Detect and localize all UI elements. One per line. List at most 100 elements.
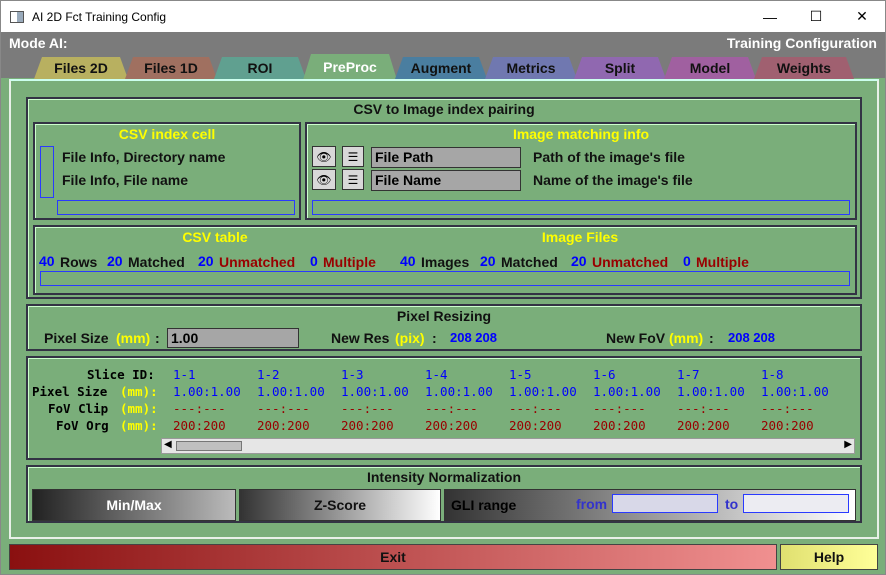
slice-fov-org: 200:200 [425, 418, 478, 433]
csv-multiple-label: Multiple [323, 254, 376, 270]
csv-index-item[interactable]: File Info, File name [62, 172, 188, 188]
images-label: Images [421, 254, 470, 270]
new-res-value: 208 208 [450, 330, 497, 345]
intensity-title: Intensity Normalization [366, 469, 522, 485]
csv-rows-label: Rows [60, 254, 98, 270]
scroll-thumb[interactable] [176, 441, 242, 451]
pixel-size-row-unit: (mm): [120, 384, 158, 399]
eye-icon[interactable]: 👁 [312, 146, 336, 167]
list-icon[interactable]: ☰ [342, 169, 364, 190]
image-matching-field[interactable] [312, 200, 850, 215]
new-fov-value: 208 208 [728, 330, 775, 345]
image-files-title: Image Files [541, 229, 619, 245]
config-label: Training Configuration [726, 35, 877, 51]
slice-fov-clip: ---:--- [257, 401, 310, 416]
csv-image-stats-panel: CSV table Image Files 40 Rows 20 Matched… [33, 225, 857, 295]
maximize-button[interactable]: ☐ [793, 1, 839, 32]
tab-augment[interactable]: Augment [395, 57, 487, 79]
csv-index-field[interactable] [57, 200, 295, 215]
stats-field[interactable] [40, 271, 850, 286]
image-unmatched-count: 20 [571, 253, 587, 269]
slice-id: 1-5 [509, 367, 532, 382]
slice-pixel-size: 1.00:1.00 [677, 384, 745, 399]
pixel-size-row-label: Pixel Size [32, 384, 108, 399]
slice-id: 1-3 [341, 367, 364, 382]
slice-pixel-size: 1.00:1.00 [425, 384, 493, 399]
csv-index-item[interactable]: File Info, Directory name [62, 149, 225, 165]
csv-pairing-panel: CSV to Image index pairing CSV index cel… [26, 97, 862, 299]
slice-fov-clip: ---:--- [509, 401, 562, 416]
eye-icon[interactable]: 👁 [312, 169, 336, 190]
image-matched-label: Matched [501, 254, 558, 270]
new-fov-label: New FoV [606, 330, 666, 346]
tab-roi[interactable]: ROI [214, 57, 306, 79]
close-button[interactable]: ✕ [839, 1, 885, 32]
slice-fov-clip: ---:--- [425, 401, 478, 416]
file-path-field[interactable]: File Path [371, 147, 521, 168]
slice-id: 1-7 [677, 367, 700, 382]
tab-preproc[interactable]: PreProc [303, 54, 397, 80]
csv-rows-count: 40 [39, 253, 55, 269]
csv-unmatched-count: 20 [198, 253, 214, 269]
zscore-button[interactable]: Z-Score [239, 489, 441, 521]
slice-fov-clip: ---:--- [341, 401, 394, 416]
slice-pixel-size: 1.00:1.00 [593, 384, 661, 399]
minimize-button[interactable]: — [747, 1, 793, 32]
slice-pixel-size: 1.00:1.00 [509, 384, 577, 399]
gli-range-label: GLI range [451, 497, 517, 513]
tab-files-2d[interactable]: Files 2D [34, 57, 128, 79]
image-count: 40 [400, 253, 416, 269]
slice-pixel-size: 1.00:1.00 [173, 384, 241, 399]
app-window: AI 2D Fct Training Config — ☐ ✕ Mode AI:… [0, 0, 886, 575]
slice-id: 1-8 [761, 367, 784, 382]
slice-pixel-size: 1.00:1.00 [257, 384, 325, 399]
file-name-field[interactable]: File Name [371, 170, 521, 191]
slice-fov-clip: ---:--- [593, 401, 646, 416]
list-icon[interactable]: ☰ [342, 146, 364, 167]
csv-index-list[interactable] [40, 146, 54, 198]
tab-split[interactable]: Split [574, 57, 666, 79]
scroll-right-icon[interactable]: ▶ [844, 439, 852, 450]
fov-org-row-unit: (mm): [120, 418, 158, 433]
slice-scrollbar[interactable]: ◀ ▶ [161, 438, 855, 454]
gli-from-input[interactable] [612, 494, 718, 513]
pixel-size-colon: : [155, 330, 160, 346]
tab-metrics[interactable]: Metrics [485, 57, 577, 79]
slice-pixel-size: 1.00:1.00 [761, 384, 829, 399]
slice-pixel-size: 1.00:1.00 [341, 384, 409, 399]
new-res-colon: : [432, 330, 437, 346]
slice-id: 1-2 [257, 367, 280, 382]
new-res-unit: (pix) [395, 330, 425, 346]
tab-model[interactable]: Model [664, 57, 756, 79]
csv-index-panel: CSV index cell File Info, Directory name… [33, 122, 301, 220]
new-fov-colon: : [709, 330, 714, 346]
new-fov-unit: (mm) [669, 330, 704, 346]
fov-clip-row-label: FoV Clip [48, 401, 109, 416]
slice-id: 1-1 [173, 367, 196, 382]
tab-weights[interactable]: Weights [754, 57, 854, 79]
gli-to-input[interactable] [743, 494, 849, 513]
new-res-label: New Res [331, 330, 390, 346]
help-button[interactable]: Help [780, 544, 878, 570]
scroll-left-icon[interactable]: ◀ [164, 439, 172, 450]
exit-button[interactable]: Exit [9, 544, 777, 570]
slice-id: 1-6 [593, 367, 616, 382]
window-title: AI 2D Fct Training Config [32, 9, 167, 24]
minmax-button[interactable]: Min/Max [32, 489, 236, 521]
pixel-resizing-panel: Pixel Resizing Pixel Size (mm) : 1.00 Ne… [26, 304, 862, 351]
tab-files-1d[interactable]: Files 1D [125, 57, 217, 79]
slice-fov-clip: ---:--- [761, 401, 814, 416]
image-unmatched-label: Unmatched [592, 254, 669, 270]
csv-matched-label: Matched [128, 254, 185, 270]
slice-fov-org: 200:200 [173, 418, 226, 433]
slice-id-label: Slice ID: [87, 367, 155, 382]
slice-fov-org: 200:200 [677, 418, 730, 433]
image-matched-count: 20 [480, 253, 496, 269]
image-matching-panel: Image matching info 👁 ☰ File Path Path o… [305, 122, 857, 220]
slice-fov-clip: ---:--- [677, 401, 730, 416]
pixel-size-input[interactable]: 1.00 [167, 328, 299, 348]
fov-clip-row-unit: (mm): [120, 401, 158, 416]
image-multiple-label: Multiple [696, 254, 749, 270]
slice-fov-org: 200:200 [257, 418, 310, 433]
app-icon [10, 10, 24, 23]
